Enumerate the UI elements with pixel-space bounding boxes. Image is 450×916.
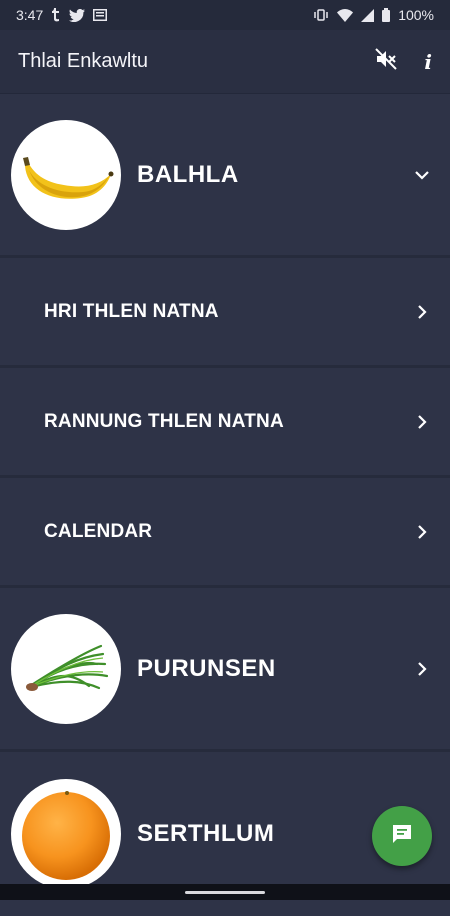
chevron-right-icon[interactable] bbox=[406, 296, 438, 328]
status-left: 3:47 bbox=[16, 7, 108, 23]
item-label: RANNUNG THLEN NATNA bbox=[44, 410, 284, 432]
tumblr-icon bbox=[51, 8, 61, 22]
status-bar: 3:47 100% bbox=[0, 0, 450, 30]
app-bar-actions: i bbox=[374, 47, 432, 76]
list-item-calendar[interactable]: CALENDAR bbox=[0, 478, 450, 588]
chat-fab-button[interactable] bbox=[372, 806, 432, 866]
battery-icon bbox=[382, 8, 391, 22]
home-gesture-pill[interactable] bbox=[185, 891, 265, 894]
app-bar: Thlai Enkawltu i bbox=[0, 30, 450, 94]
wifi-icon bbox=[337, 8, 354, 22]
item-label: PURUNSEN bbox=[137, 654, 276, 682]
list-item-balhla[interactable]: BALHLA bbox=[0, 94, 450, 258]
list-item-purunsen[interactable]: PURUNSEN bbox=[0, 588, 450, 752]
app-title: Thlai Enkawltu bbox=[18, 50, 149, 72]
crop-list: BALHLA HRI THLEN NATNA RANNUNG THLEN NAT… bbox=[0, 94, 450, 916]
chevron-right-icon[interactable] bbox=[406, 406, 438, 438]
vibrate-icon bbox=[313, 9, 329, 21]
item-label: CALENDAR bbox=[44, 520, 153, 542]
signal-icon bbox=[361, 8, 375, 22]
list-item-hri-thlen-natna[interactable]: HRI THLEN NATNA bbox=[0, 258, 450, 368]
info-icon[interactable]: i bbox=[424, 50, 432, 74]
chives-image bbox=[11, 613, 121, 724]
system-nav-bar bbox=[0, 884, 450, 900]
chevron-right-icon[interactable] bbox=[406, 516, 438, 548]
battery-percent: 100% bbox=[398, 7, 434, 23]
news-icon bbox=[93, 9, 108, 21]
chevron-down-icon[interactable] bbox=[406, 159, 438, 191]
item-label: BALHLA bbox=[137, 160, 239, 188]
chevron-right-icon[interactable] bbox=[406, 653, 438, 685]
item-label: HRI THLEN NATNA bbox=[44, 300, 219, 322]
chat-icon bbox=[390, 822, 414, 851]
banana-image bbox=[11, 119, 121, 230]
status-right: 100% bbox=[313, 7, 434, 23]
volume-off-icon[interactable] bbox=[374, 47, 398, 76]
twitter-icon bbox=[69, 8, 86, 22]
status-time: 3:47 bbox=[16, 7, 44, 23]
orange-image bbox=[11, 779, 121, 889]
list-item-rannung-thlen-natna[interactable]: RANNUNG THLEN NATNA bbox=[0, 368, 450, 478]
